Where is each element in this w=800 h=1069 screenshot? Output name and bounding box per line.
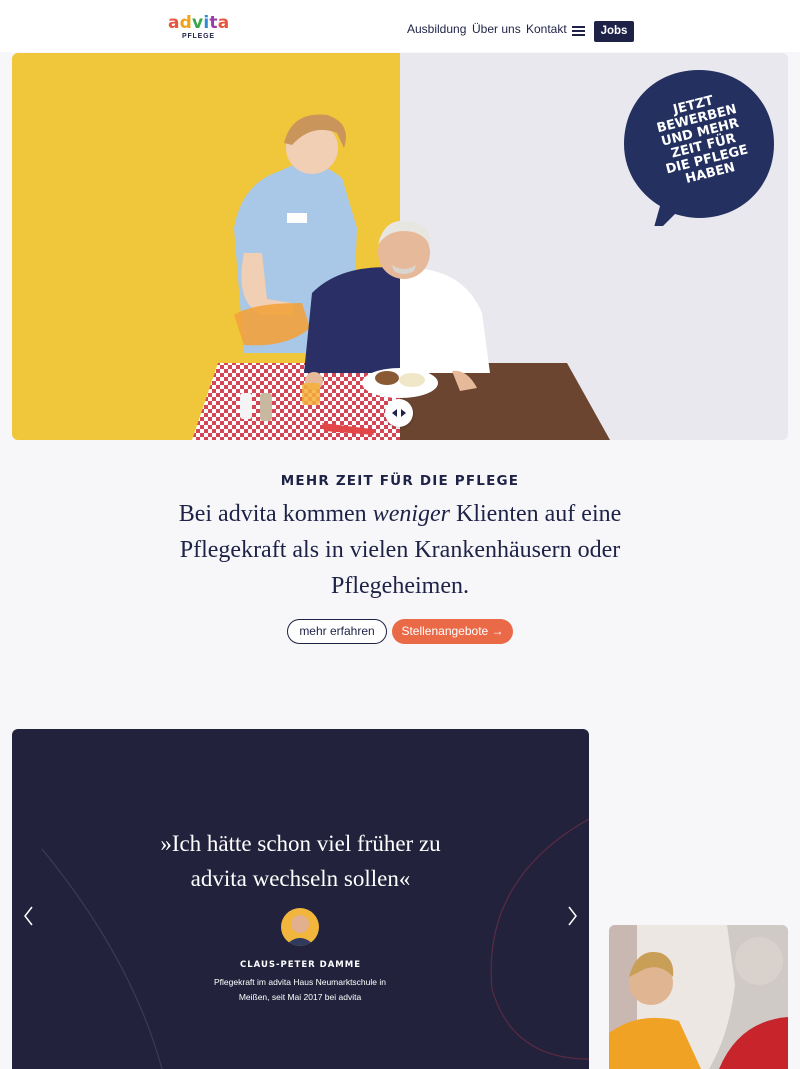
stellenangebote-label: Stellenangebote (401, 624, 489, 638)
jobs-button[interactable]: Jobs (594, 21, 634, 42)
advita-logo[interactable]: advita PFLEGE (168, 13, 230, 46)
section-kicker: MEHR ZEIT FÜR DIE PFLEGE (280, 473, 520, 489)
left-right-arrows-icon (392, 409, 406, 417)
hamburger-menu-icon[interactable] (572, 26, 585, 36)
logo-wordmark: advita (168, 13, 230, 33)
testimonial-card: »Ich hätte schon viel früher zu advita w… (12, 729, 589, 1069)
quote-line: »Ich hätte schon viel früher zu (160, 831, 441, 856)
mehr-erfahren-button[interactable]: mehr erfahren (287, 619, 387, 644)
intro-text: Bei advita kommen weniger Klienten auf e… (150, 496, 650, 604)
role-line: Meißen, seit Mai 2017 bei advita (238, 992, 362, 1002)
nav-link-ueber-uns[interactable]: Über uns (472, 22, 521, 36)
role-line: Pflegekraft im advita Haus Neumarktschul… (214, 977, 386, 987)
logo-subtitle: PFLEGE (182, 33, 215, 40)
chevron-left-icon[interactable] (21, 905, 35, 927)
avatar (281, 908, 319, 946)
nav-link-kontakt[interactable]: Kontakt (526, 22, 567, 36)
stellenangebote-button[interactable]: Stellenangebote → (392, 619, 513, 644)
testimonial-name: CLAUS-PETER DAMME (239, 960, 362, 970)
arrow-right-icon: → (491, 624, 504, 638)
site-header: advita PFLEGE Ausbildung Über uns Kontak… (0, 0, 800, 52)
caregiver-photo (609, 925, 788, 1069)
decorative-curves (41, 818, 589, 1069)
intro-text-part: Bei advita kommen (178, 501, 373, 527)
intro-text-emphasis: weniger (372, 501, 451, 527)
testimonial-role: Pflegekraft im advita Haus Neumarktschul… (200, 975, 400, 1005)
testimonial-quote: »Ich hätte schon viel früher zu advita w… (12, 826, 589, 896)
quote-line: advita wechseln sollen« (190, 866, 411, 891)
nav-link-ausbildung[interactable]: Ausbildung (407, 22, 466, 36)
comparison-slider-handle[interactable] (385, 399, 413, 427)
hero-image-comparison[interactable]: JETZT BEWERBEN UND MEHR ZEIT FÜR DIE PFL… (12, 53, 788, 440)
chevron-right-icon[interactable] (566, 905, 580, 927)
